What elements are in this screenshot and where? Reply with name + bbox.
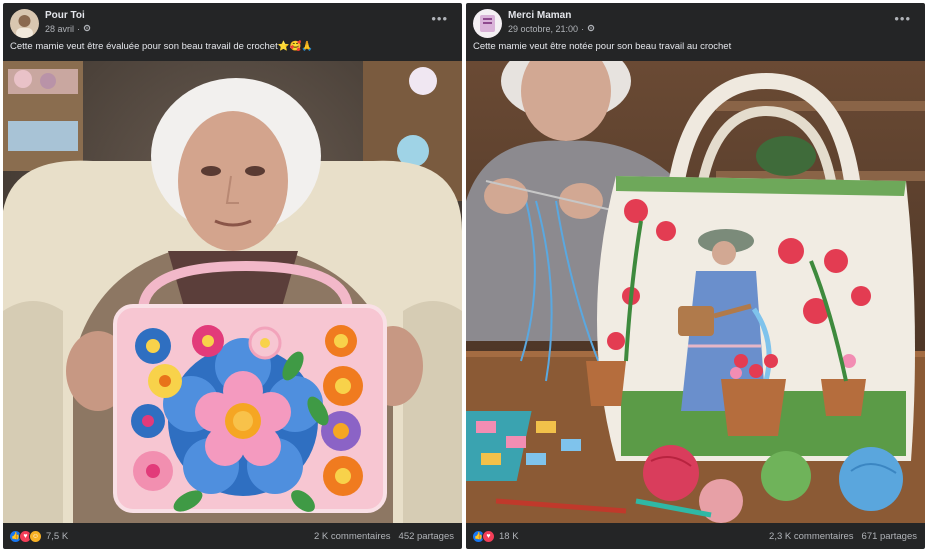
post-footer: 👍 ♥ 18 K 2,3 K commentaires 671 partages <box>466 523 925 549</box>
privacy-dot: · <box>77 24 81 34</box>
reaction-summary[interactable]: 👍 ♥ ☺ 7,5 K <box>9 529 69 543</box>
reaction-count: 18 K <box>499 530 519 542</box>
post-meta: 29 octobre, 21:00 · <box>508 24 595 34</box>
post-caption: Cette mamie veut être évaluée pour son b… <box>10 41 314 52</box>
care-reaction-icon: ☺ <box>29 529 42 543</box>
shares-count[interactable]: 452 partages <box>399 531 454 542</box>
post-date[interactable]: 28 avril <box>45 24 74 34</box>
author-name[interactable]: Merci Maman <box>508 10 571 21</box>
reaction-summary[interactable]: 👍 ♥ 18 K <box>472 529 519 543</box>
privacy-dot: · <box>581 24 585 34</box>
post-date[interactable]: 29 octobre, 21:00 <box>508 24 578 34</box>
post-card-pour-toi: Pour Toi 28 avril · ••• Cette mamie veut… <box>3 3 462 549</box>
post-photo[interactable] <box>466 61 925 523</box>
comments-count[interactable]: 2 K commentaires <box>314 531 391 542</box>
post-header: Pour Toi 28 avril · ••• Cette mamie veut… <box>3 3 462 61</box>
love-reaction-icon: ♥ <box>482 529 495 543</box>
post-header: Merci Maman 29 octobre, 21:00 · ••• Cett… <box>466 3 925 61</box>
author-name[interactable]: Pour Toi <box>45 10 85 21</box>
more-options-icon[interactable]: ••• <box>431 11 448 26</box>
post-meta: 28 avril · <box>45 24 91 34</box>
post-footer: 👍 ♥ ☺ 7,5 K 2 K commentaires 452 partage… <box>3 523 462 549</box>
post-caption: Cette mamie veut être notée pour son bea… <box>473 41 732 52</box>
reaction-count: 7,5 K <box>46 530 69 542</box>
gear-icon <box>83 24 91 34</box>
comments-count[interactable]: 2,3 K commentaires <box>769 531 853 542</box>
gear-icon <box>587 24 595 34</box>
more-options-icon[interactable]: ••• <box>894 11 911 26</box>
post-card-merci-maman: Merci Maman 29 octobre, 21:00 · ••• Cett… <box>466 3 925 549</box>
author-avatar[interactable] <box>473 9 502 38</box>
post-photo[interactable] <box>3 61 462 523</box>
shares-count[interactable]: 671 partages <box>862 531 917 542</box>
author-avatar[interactable] <box>10 9 39 38</box>
